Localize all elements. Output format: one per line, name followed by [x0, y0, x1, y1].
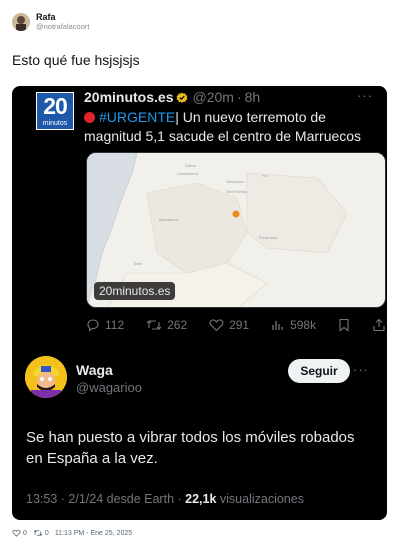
- reply-views-count: 22,1k: [185, 492, 217, 506]
- bookmark-button[interactable]: [338, 318, 350, 332]
- map-label: Casablanca: [177, 171, 199, 176]
- retweet-count: 262: [167, 318, 188, 332]
- reply-button[interactable]: 112: [86, 318, 124, 332]
- map-label: Mequinez: [227, 179, 244, 184]
- quoted-time[interactable]: 8h: [245, 89, 261, 105]
- share-button[interactable]: [372, 318, 386, 332]
- media-source-tag: 20minutos.es: [94, 282, 176, 300]
- views-count: 598k: [290, 318, 317, 332]
- map-label: Rabat: [185, 163, 197, 168]
- reply-more-options-icon[interactable]: ···: [353, 362, 369, 377]
- tweet-text: Esto qué fue hsjsjsjs: [12, 52, 140, 68]
- follow-button[interactable]: Seguir: [288, 359, 350, 383]
- map-label: Beni Mellal: [227, 189, 247, 194]
- epicenter-marker: [232, 210, 240, 218]
- publisher-logo: 20 minutos: [36, 92, 74, 130]
- retweet-icon: [146, 318, 162, 332]
- heart-icon: [209, 318, 224, 332]
- like-count: 291: [229, 318, 250, 332]
- reply-meta: 13:53 · 2/1/24 desde Earth · 22,1k visua…: [26, 492, 304, 506]
- map-label: Marrakech: [159, 217, 178, 222]
- reply-avatar[interactable]: [25, 356, 67, 398]
- logo-number: 20: [43, 93, 68, 119]
- outer-retweet-count: 0: [44, 529, 49, 537]
- quoted-action-bar: 112 262 291 598k: [86, 318, 386, 332]
- retweet-icon: [33, 529, 43, 537]
- reply-icon: [86, 318, 100, 332]
- retweet-button[interactable]: 262: [146, 318, 187, 332]
- more-options-icon[interactable]: ···: [357, 88, 373, 103]
- outer-action-bar: 0 0 11:13 PM - Ene 25, 2025: [12, 529, 132, 537]
- heart-icon: [12, 529, 21, 537]
- bookmark-icon: [338, 318, 350, 332]
- quoted-author-handle[interactable]: @20m: [192, 89, 233, 105]
- user-handle[interactable]: @notrafalacoort: [36, 22, 89, 32]
- quoted-tweet-text: #URGENTE| Un nuevo terremoto de magnitud…: [84, 108, 374, 146]
- quoted-author-name[interactable]: 20minutos.es: [84, 89, 173, 105]
- map-label: Tiznit: [133, 261, 143, 266]
- reply-author-name[interactable]: Waga: [76, 362, 113, 378]
- logo-word: minutos: [42, 120, 68, 127]
- outer-like-count: 0: [23, 529, 27, 537]
- outer-like-button[interactable]: 0: [12, 529, 27, 537]
- bar-chart-icon: [271, 318, 285, 332]
- reply-author-handle[interactable]: @wagarioo: [76, 380, 142, 395]
- reply-views-label: visualizaciones: [216, 492, 304, 506]
- like-button[interactable]: 291: [209, 318, 249, 332]
- separator-dot: ·: [236, 89, 242, 105]
- outer-timestamp[interactable]: 11:13 PM - Ene 25, 2025: [55, 530, 132, 537]
- red-circle-icon: [84, 112, 95, 123]
- reply-timestamp[interactable]: 13:53 · 2/1/24 desde Earth ·: [26, 492, 185, 506]
- reply-count: 112: [105, 318, 125, 332]
- map-label: Errachidia: [259, 235, 278, 240]
- outer-tweet-header: Rafa @notrafalacoort: [12, 12, 89, 32]
- map-label: Fez: [262, 173, 269, 178]
- verified-badge-icon: [176, 91, 188, 103]
- avatar[interactable]: [12, 13, 30, 31]
- share-icon: [372, 318, 386, 332]
- embedded-screenshot: 20 minutos 20minutos.es @20m · 8h ··· #U…: [12, 86, 387, 520]
- display-name[interactable]: Rafa: [36, 12, 89, 22]
- quoted-tweet-header: 20minutos.es @20m · 8h: [84, 89, 260, 105]
- map-image[interactable]: Rabat Casablanca Marrakech Mequinez Fez …: [86, 152, 386, 308]
- views-button[interactable]: 598k: [271, 318, 316, 332]
- outer-retweet-button[interactable]: 0: [33, 529, 49, 537]
- reply-text: Se han puesto a vibrar todos los móviles…: [26, 429, 355, 467]
- hashtag-link[interactable]: #URGENTE: [99, 109, 175, 125]
